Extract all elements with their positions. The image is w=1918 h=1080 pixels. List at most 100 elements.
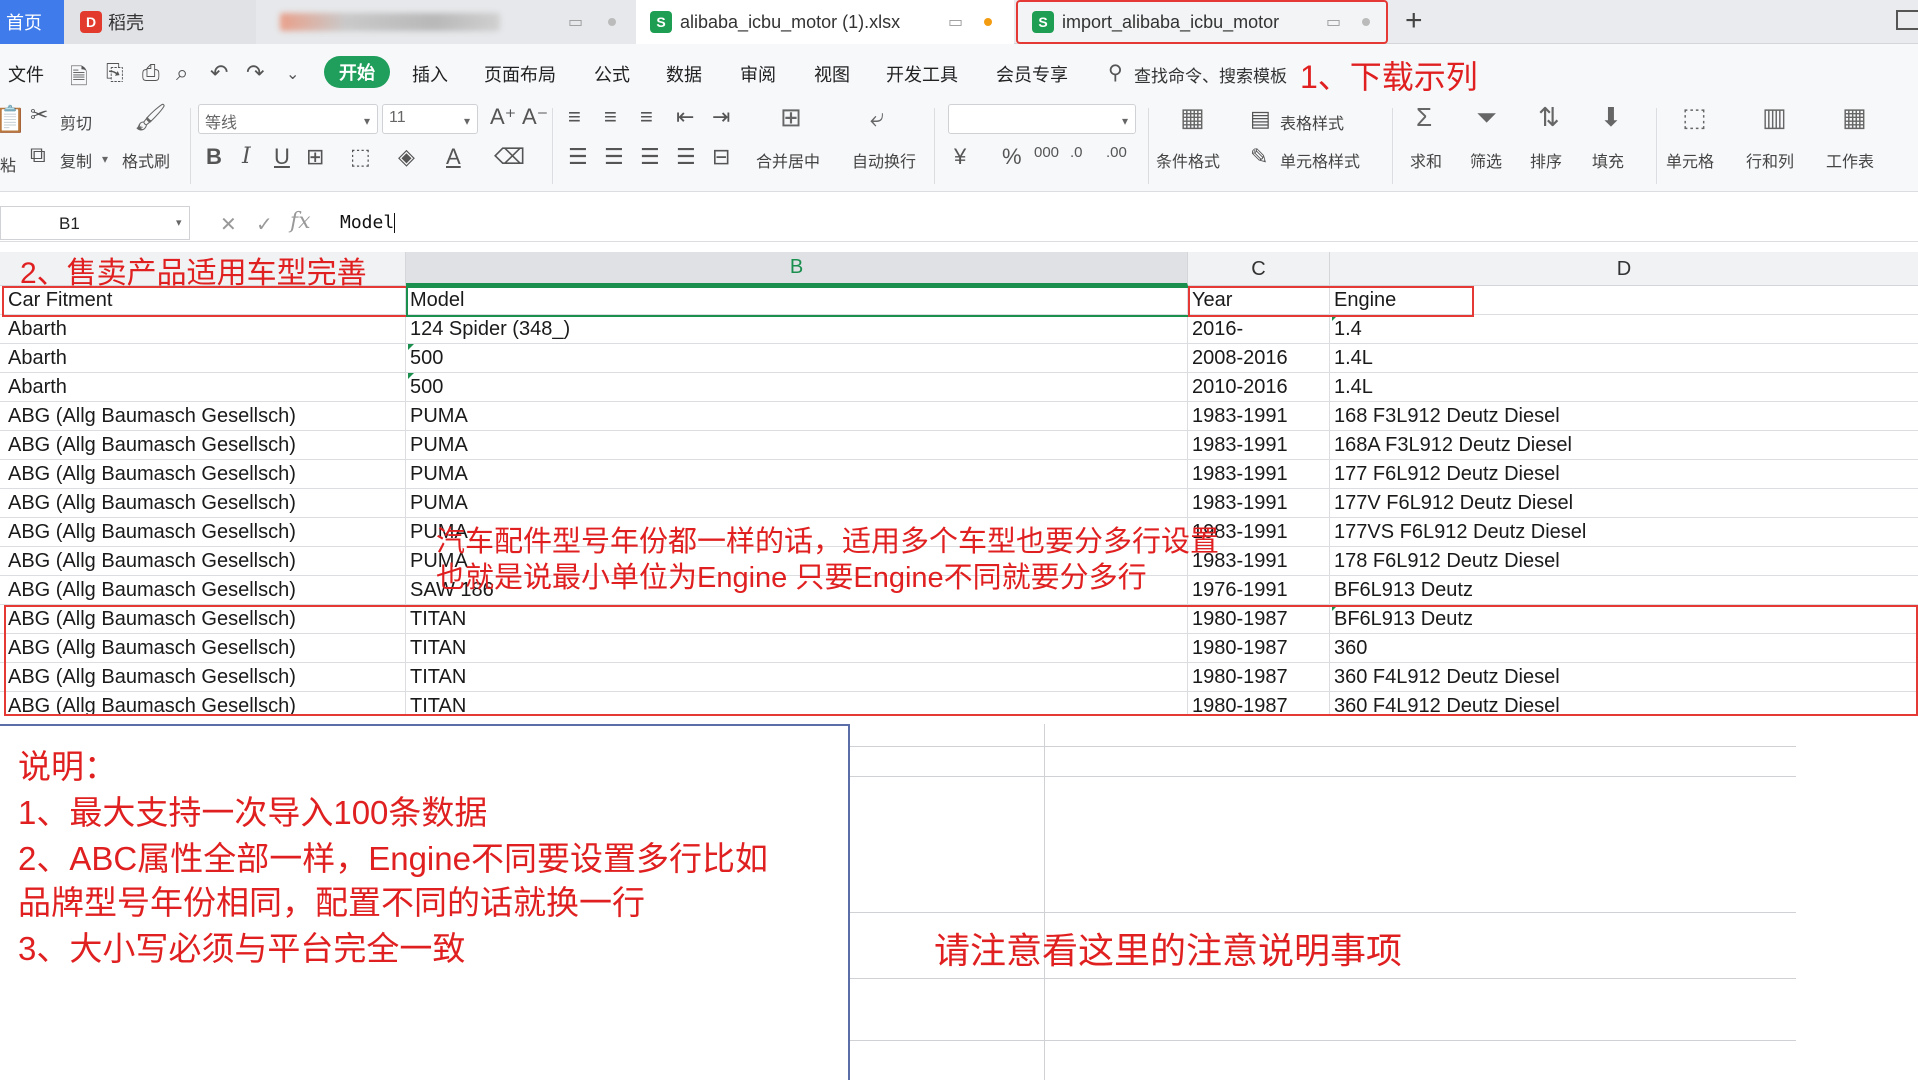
menu-layout[interactable]: 页面布局 (484, 61, 556, 87)
cell-year[interactable]: 1983-1991 (1188, 431, 1330, 460)
cut-icon[interactable]: ✂ (30, 102, 48, 128)
sort-button[interactable]: 排序 (1530, 148, 1562, 172)
export-icon[interactable]: ⎘ (106, 60, 124, 86)
number-format-caret-icon[interactable]: ▾ (1122, 114, 1128, 128)
worksheet-icon[interactable]: ▦ (1842, 102, 1867, 133)
tab-home[interactable]: 首页 (0, 0, 64, 44)
menu-member[interactable]: 会员专享 (996, 61, 1068, 87)
percent-icon[interactable]: % (1002, 144, 1022, 170)
thousands-icon[interactable]: 000 (1034, 144, 1059, 161)
align-center-icon[interactable]: ☰ (604, 144, 624, 170)
cell-car-fitment[interactable]: ABG (Allg Baumasch Gesellsch) (4, 460, 406, 489)
tab-file-2-active[interactable]: S import_alibaba_icbu_motor ▭ (1016, 0, 1388, 44)
cell-year[interactable]: 2010-2016 (1188, 373, 1330, 402)
column-header-d[interactable]: D (1330, 252, 1918, 286)
increase-decimal-icon[interactable]: .0 (1070, 144, 1083, 161)
cell-model[interactable]: 124 Spider (348_) (406, 315, 1188, 344)
cell-model[interactable]: PUMA (406, 489, 1188, 518)
cell-car-fitment[interactable]: ABG (Allg Baumasch Gesellsch) (4, 431, 406, 460)
menu-file[interactable]: 文件 (8, 61, 44, 87)
tab-file-1[interactable]: S alibaba_icbu_motor (1).xlsx ▭ (636, 0, 1014, 44)
menu-dev[interactable]: 开发工具 (886, 61, 958, 87)
fill-color-icon[interactable]: ◈ (398, 144, 415, 170)
cell-year[interactable]: 1976-1991 (1188, 576, 1330, 605)
cut-button[interactable]: 剪切 (60, 110, 92, 134)
align-left-icon[interactable]: ☰ (568, 144, 588, 170)
cell-year[interactable]: 2016- (1188, 315, 1330, 344)
cell-model[interactable]: PUMA (406, 460, 1188, 489)
justify-icon[interactable]: ☰ (676, 144, 696, 170)
tab-blurred[interactable]: ▭ (256, 0, 636, 44)
distribute-icon[interactable]: ⊟ (712, 144, 730, 170)
table-style-button[interactable]: 表格样式 (1280, 110, 1344, 134)
indent-decrease-icon[interactable]: ⇤ (676, 104, 694, 130)
name-box[interactable]: B1 (0, 206, 190, 240)
conditional-format-icon[interactable]: ▦ (1180, 102, 1205, 133)
cell-engine[interactable]: 178 F6L912 Deutz Diesel (1330, 547, 1918, 576)
filter-button[interactable]: 筛选 (1470, 148, 1502, 172)
notes-textbox[interactable]: 说明： 1、最大支持一次导入100条数据 2、ABC属性全部一样，Engine不… (0, 724, 850, 1080)
border-icon[interactable]: ⊞ (306, 144, 324, 170)
row-col-button[interactable]: 行和列 (1746, 148, 1794, 172)
cell-car-fitment[interactable]: ABG (Allg Baumasch Gesellsch) (4, 547, 406, 576)
cancel-icon[interactable]: ✕ (220, 212, 237, 237)
increase-font-icon[interactable]: A⁺ (490, 104, 516, 130)
window-icon[interactable]: ▭ (948, 12, 963, 32)
merge-center-icon[interactable]: ⊞ (780, 102, 802, 133)
filter-icon[interactable]: ⏷ (1476, 102, 1497, 134)
sort-icon[interactable]: ⇅ (1538, 102, 1560, 133)
cell-model[interactable]: 500 (406, 373, 1188, 402)
italic-icon[interactable]: I (242, 144, 251, 169)
command-search[interactable]: 查找命令、搜索模板 (1134, 62, 1287, 87)
cell-car-fitment[interactable]: ABG (Allg Baumasch Gesellsch) (4, 576, 406, 605)
font-size-caret-icon[interactable]: ▾ (464, 114, 470, 128)
clear-format-icon[interactable]: ⌫ (494, 144, 525, 170)
cell-engine[interactable]: BF6L913 Deutz (1330, 576, 1918, 605)
wrap-text-button[interactable]: 自动换行 (852, 148, 916, 172)
bold-icon[interactable]: B (206, 144, 222, 170)
cell-year[interactable]: 1983-1991 (1188, 489, 1330, 518)
cell-engine[interactable]: 168A F3L912 Deutz Diesel (1330, 431, 1918, 460)
merge-center-button[interactable]: 合并居中 (756, 148, 820, 172)
menu-start[interactable]: 开始 (324, 56, 390, 88)
window-icon[interactable]: ▭ (1326, 12, 1341, 32)
new-tab-plus-icon[interactable]: + (1405, 4, 1423, 38)
format-painter-icon[interactable]: 🖌 (134, 102, 167, 133)
print-icon[interactable]: ⎙ (142, 60, 160, 86)
fill-button[interactable]: 填充 (1592, 148, 1624, 172)
indent-increase-icon[interactable]: ⇥ (712, 104, 730, 130)
cell-button[interactable]: 单元格 (1666, 148, 1714, 172)
paste-icon[interactable]: 📋 (0, 104, 26, 135)
cell-style-icon[interactable]: ⬚ (350, 144, 371, 170)
format-painter-button[interactable]: 格式刷 (122, 148, 170, 172)
cell-style-brush-icon[interactable]: ✎ (1250, 144, 1268, 170)
font-name-select[interactable]: 等线 (198, 104, 378, 134)
number-format-select[interactable] (948, 104, 1136, 134)
undo-icon[interactable]: ↶ (210, 60, 228, 86)
sum-icon[interactable]: Σ (1416, 102, 1432, 133)
column-header-c[interactable]: C (1188, 252, 1330, 286)
cell-model[interactable]: 500 (406, 344, 1188, 373)
underline-icon[interactable]: U (274, 144, 290, 170)
tab-daoke[interactable]: D 稻壳 (64, 0, 256, 44)
close-dot-icon[interactable] (608, 18, 616, 26)
cell-year[interactable]: 1983-1991 (1188, 402, 1330, 431)
unsaved-dot-icon[interactable] (984, 18, 992, 26)
cell-icon[interactable]: ⬚ (1682, 102, 1707, 133)
font-name-caret-icon[interactable]: ▾ (364, 114, 370, 128)
copy-icon[interactable]: ⧉ (30, 142, 46, 168)
cell-model[interactable]: PUMA (406, 402, 1188, 431)
cell-year[interactable]: 2008-2016 (1188, 344, 1330, 373)
cell-car-fitment[interactable]: ABG (Allg Baumasch Gesellsch) (4, 402, 406, 431)
cell-engine[interactable]: 168 F3L912 Deutz Diesel (1330, 402, 1918, 431)
cell-car-fitment[interactable]: ABG (Allg Baumasch Gesellsch) (4, 518, 406, 547)
menu-review[interactable]: 审阅 (740, 61, 776, 87)
cell-engine[interactable]: 177 F6L912 Deutz Diesel (1330, 460, 1918, 489)
cell-car-fitment[interactable]: Abarth (4, 344, 406, 373)
wrap-text-icon[interactable]: ⤶ (870, 102, 885, 134)
decrease-decimal-icon[interactable]: .00 (1106, 144, 1127, 161)
sum-button[interactable]: 求和 (1410, 148, 1442, 172)
column-header-b[interactable]: B (406, 252, 1188, 286)
menu-formula[interactable]: 公式 (594, 61, 630, 87)
font-color-icon[interactable]: A (446, 144, 461, 170)
